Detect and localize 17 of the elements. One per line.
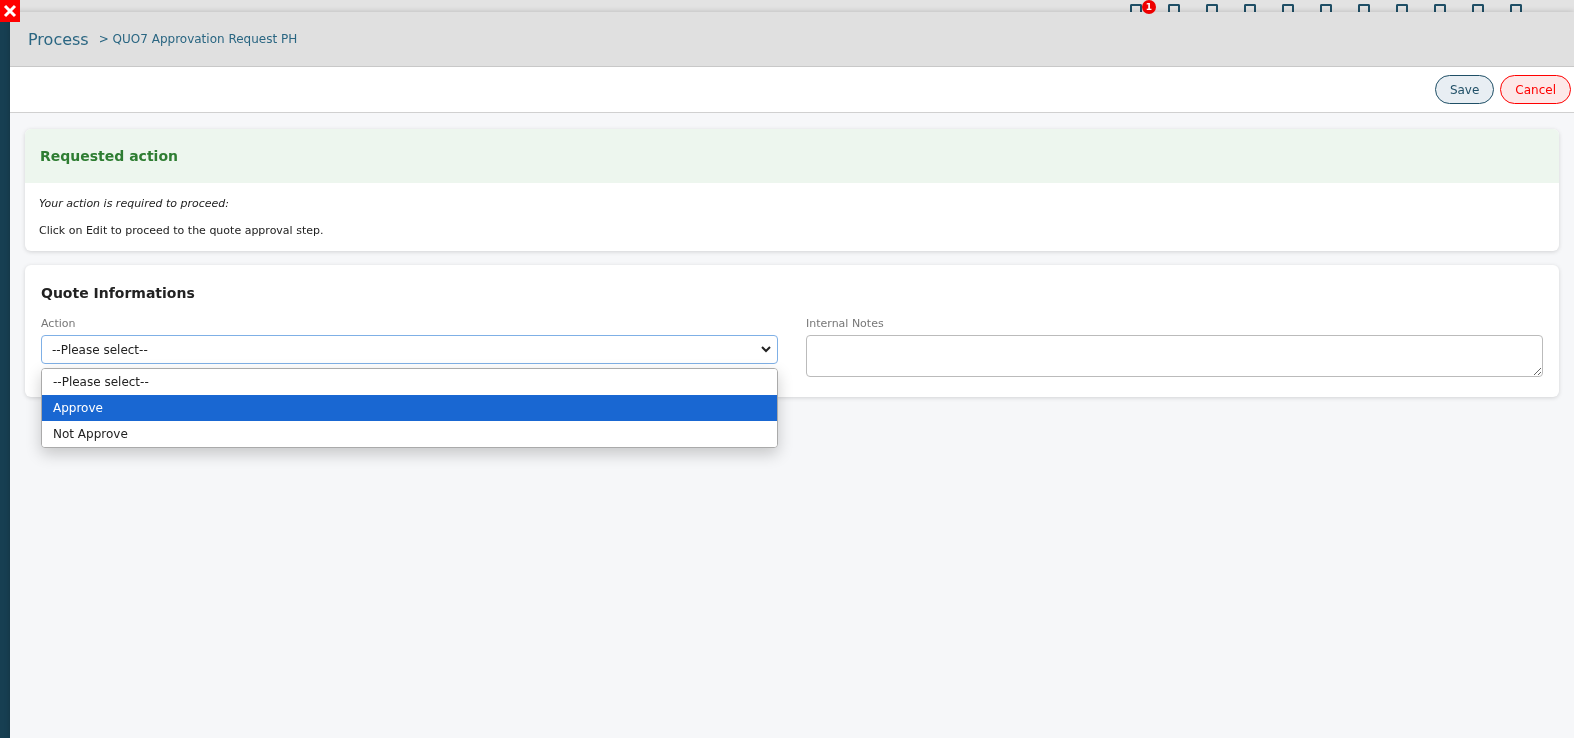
chevron-icon [761,346,771,353]
field-label: Action [41,317,77,330]
dialog-title: Process [28,29,89,49]
section-title: Quote Informations [41,285,196,301]
notification-badge: 1 [1142,0,1156,14]
message-text: Click on Edit to proceed to the quote approval step. [39,224,325,237]
note-text: Your action is required to proceed: [39,197,230,210]
dropdown-option[interactable]: Not Approve [42,421,777,447]
close-icon[interactable] [0,0,20,22]
dropdown-option[interactable]: --Please select-- [42,369,777,395]
action-select[interactable]: --Please select-- [41,335,778,364]
breadcrumb: > QUO7 Approvation Request PH [98,32,298,46]
card-title: Requested action [40,148,178,164]
notes-field[interactable] [806,335,1543,377]
save-button[interactable]: Save [1434,75,1495,104]
field-label: Internal Notes [806,317,885,330]
dropdown-option[interactable]: Approve [42,395,777,421]
